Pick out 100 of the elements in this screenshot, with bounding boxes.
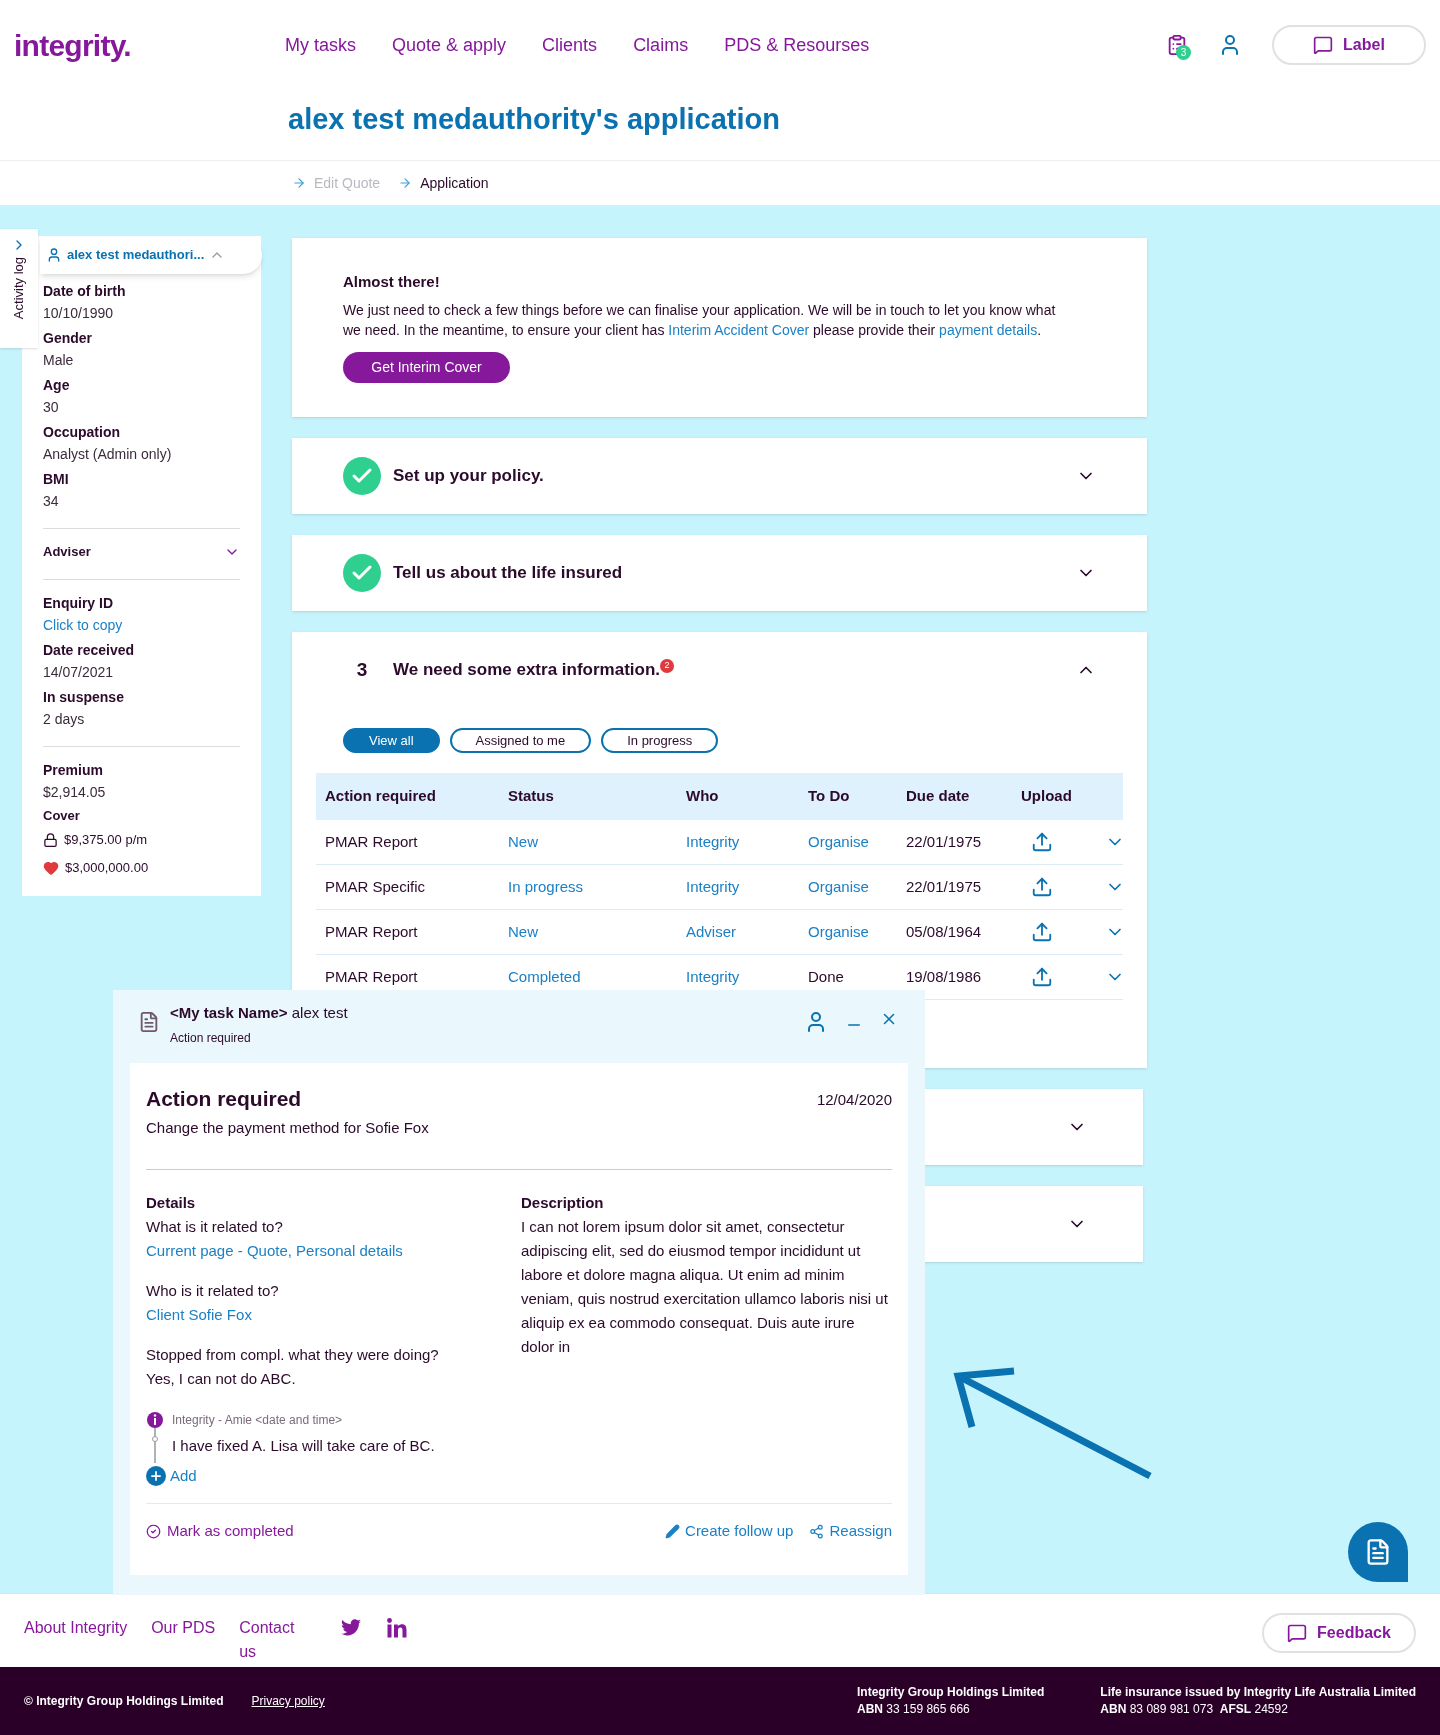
get-cover-button[interactable]: Get Interim Cover bbox=[343, 351, 510, 383]
table-cell-text: Done bbox=[808, 966, 845, 987]
document-icon bbox=[138, 1010, 160, 1034]
step-badge: 2 bbox=[660, 659, 675, 673]
step-title: We need some extra information. bbox=[393, 659, 661, 682]
footer-link[interactable]: About Integrity bbox=[24, 1616, 128, 1664]
upload-icon[interactable] bbox=[1031, 921, 1053, 943]
activity-log-tab[interactable]: Activity log bbox=[0, 229, 38, 348]
column-header: Status bbox=[508, 786, 555, 807]
field-value: 10/10/1990 bbox=[43, 304, 115, 323]
description-heading: Description bbox=[521, 1193, 605, 1213]
pencil-icon bbox=[665, 1523, 681, 1539]
who-link[interactable]: Adviser bbox=[686, 920, 808, 944]
nav-link[interactable]: Clients bbox=[542, 31, 598, 59]
plus-icon bbox=[146, 1465, 166, 1486]
who-link[interactable]: Integrity bbox=[686, 965, 808, 989]
activity-log-label: Activity log bbox=[10, 257, 28, 320]
filter-chip[interactable]: In progress bbox=[601, 728, 719, 753]
detail-answer: Yes, I can not do ABC. bbox=[146, 1368, 297, 1389]
details-heading: Details bbox=[146, 1193, 197, 1213]
detail-link[interactable]: Client Sofie Fox bbox=[146, 1302, 521, 1327]
todo-link[interactable]: Organise bbox=[808, 830, 906, 854]
user-icon bbox=[46, 247, 62, 263]
notice-text: We just need to check a few things before we can finalise your application. We will be in touch to let you know what we need. In the meantime, to ensure your client has Interim Accident Cover please provide their payment details. bbox=[343, 300, 1057, 340]
mark-completed-button[interactable]: Mark as completed bbox=[146, 1520, 294, 1543]
detail-question: What is it related to? bbox=[146, 1216, 284, 1237]
linkedin-icon[interactable] bbox=[387, 1618, 408, 1638]
upload-icon[interactable] bbox=[1031, 966, 1053, 988]
table-cell-text: 22/01/1975 bbox=[906, 876, 983, 897]
todo-link[interactable]: Organise bbox=[808, 920, 906, 944]
table-cell-text: PMAR Specific bbox=[325, 876, 427, 897]
adviser-toggle[interactable]: Adviser bbox=[43, 542, 91, 562]
nav-link[interactable]: PDS & Resourses bbox=[724, 31, 870, 59]
task-title: <My task Name> alex test bbox=[170, 1003, 348, 1023]
arrow-icon bbox=[398, 176, 413, 190]
detail-question: Stopped from compl. what they were doing? bbox=[146, 1344, 440, 1365]
task-summary: Change the payment method for Sofie Fox bbox=[146, 1117, 429, 1138]
entity-name: Integrity Group Holdings Limited bbox=[857, 1684, 1045, 1701]
column-header: Upload bbox=[1021, 786, 1073, 807]
chat-icon bbox=[1313, 35, 1334, 55]
field-label: Premium bbox=[43, 761, 104, 780]
description-text: I can not lorem ipsum dolor sit amet, consectetur adipiscing elit, sed do eiusmod tempor incididunt ut labore et dolore magna aliqua. Ut enim ad minim veniam, quis nostrud exercitation ullamco laboris nisi ut aliquip ex ea commodo consequat. Duis aute irure dolor in bbox=[521, 1216, 889, 1357]
footer-link[interactable]: Contact us bbox=[239, 1616, 302, 1664]
check-icon bbox=[343, 457, 381, 495]
step-title: Tell us about the life insured bbox=[393, 562, 623, 585]
comment-timeline-icon bbox=[146, 1410, 164, 1463]
entity-details: ABN 33 159 865 666 bbox=[857, 1701, 971, 1718]
logo[interactable]: integrity. bbox=[14, 22, 285, 68]
upload-icon[interactable] bbox=[1031, 876, 1053, 898]
filter-chip[interactable]: Assigned to me bbox=[449, 728, 592, 753]
follow-up-button[interactable]: Create follow up bbox=[665, 1520, 794, 1543]
breadcrumb-link[interactable]: Application bbox=[420, 172, 489, 194]
table-cell-text: 05/08/1964 bbox=[906, 921, 983, 942]
status-link[interactable]: New bbox=[508, 920, 686, 944]
nav-link[interactable]: Claims bbox=[633, 31, 689, 59]
field-value: 14/07/2021 bbox=[43, 663, 115, 682]
comment-text: I have fixed A. Lisa will take care of BC. bbox=[172, 1435, 435, 1456]
status-link[interactable]: Completed bbox=[508, 965, 686, 989]
notice-title: Almost there! bbox=[343, 272, 441, 292]
footer-link[interactable]: Our PDS bbox=[151, 1616, 216, 1664]
tasks-count: 3 bbox=[1176, 45, 1191, 60]
field-label: Cover bbox=[43, 807, 81, 825]
who-link[interactable]: Integrity bbox=[686, 830, 808, 854]
lock-icon bbox=[43, 832, 58, 848]
status-link[interactable]: In progress bbox=[508, 875, 686, 899]
add-comment-button[interactable]: Add bbox=[146, 1464, 197, 1487]
privacy-link[interactable]: Privacy policy bbox=[251, 1692, 325, 1710]
detail-question: Who is it related to? bbox=[146, 1280, 280, 1301]
detail-link[interactable]: Current page - Quote, Personal details bbox=[146, 1238, 521, 1263]
copy-link[interactable]: Click to copy bbox=[43, 614, 240, 636]
check-circle-icon bbox=[146, 1523, 161, 1539]
bird-icon[interactable] bbox=[341, 1619, 362, 1636]
status-link[interactable]: New bbox=[508, 830, 686, 854]
nav-link[interactable]: Quote & apply bbox=[392, 31, 507, 59]
tasks-icon[interactable] bbox=[1166, 33, 1188, 57]
page-title: alex test medauthority's application bbox=[288, 102, 781, 137]
share-icon bbox=[809, 1523, 825, 1539]
field-label: Enquiry ID bbox=[43, 594, 114, 613]
table-cell-text: PMAR Report bbox=[325, 921, 419, 942]
field-label: BMI bbox=[43, 470, 70, 489]
column-header: Due date bbox=[906, 786, 971, 807]
task-subtitle: Action required bbox=[170, 1029, 252, 1047]
reassign-button[interactable]: Reassign bbox=[809, 1520, 892, 1543]
filter-chip[interactable]: View all bbox=[343, 728, 440, 753]
column-header: Who bbox=[686, 786, 720, 807]
column-header: To Do bbox=[808, 786, 851, 807]
todo-link[interactable]: Organise bbox=[808, 875, 906, 899]
entity-details: ABN 83 089 981 073 AFSL 24592 bbox=[1100, 1701, 1289, 1718]
feedback-button[interactable]: Feedback bbox=[1262, 1613, 1416, 1653]
upload-icon[interactable] bbox=[1031, 831, 1053, 853]
who-link[interactable]: Integrity bbox=[686, 875, 808, 899]
field-label: Age bbox=[43, 376, 71, 395]
copyright-text: © Integrity Group Holdings Limited bbox=[24, 1693, 224, 1710]
check-icon bbox=[343, 554, 381, 592]
task-date: 12/04/2020 bbox=[816, 1090, 892, 1110]
nav-link[interactable]: My tasks bbox=[285, 31, 356, 59]
client-name-pill[interactable]: alex test medauthori... bbox=[40, 236, 262, 274]
field-label: In suspense bbox=[43, 688, 125, 707]
notice-link[interactable]: Interim Accident Cover bbox=[668, 321, 810, 338]
label-button[interactable]: Label bbox=[1272, 25, 1426, 65]
